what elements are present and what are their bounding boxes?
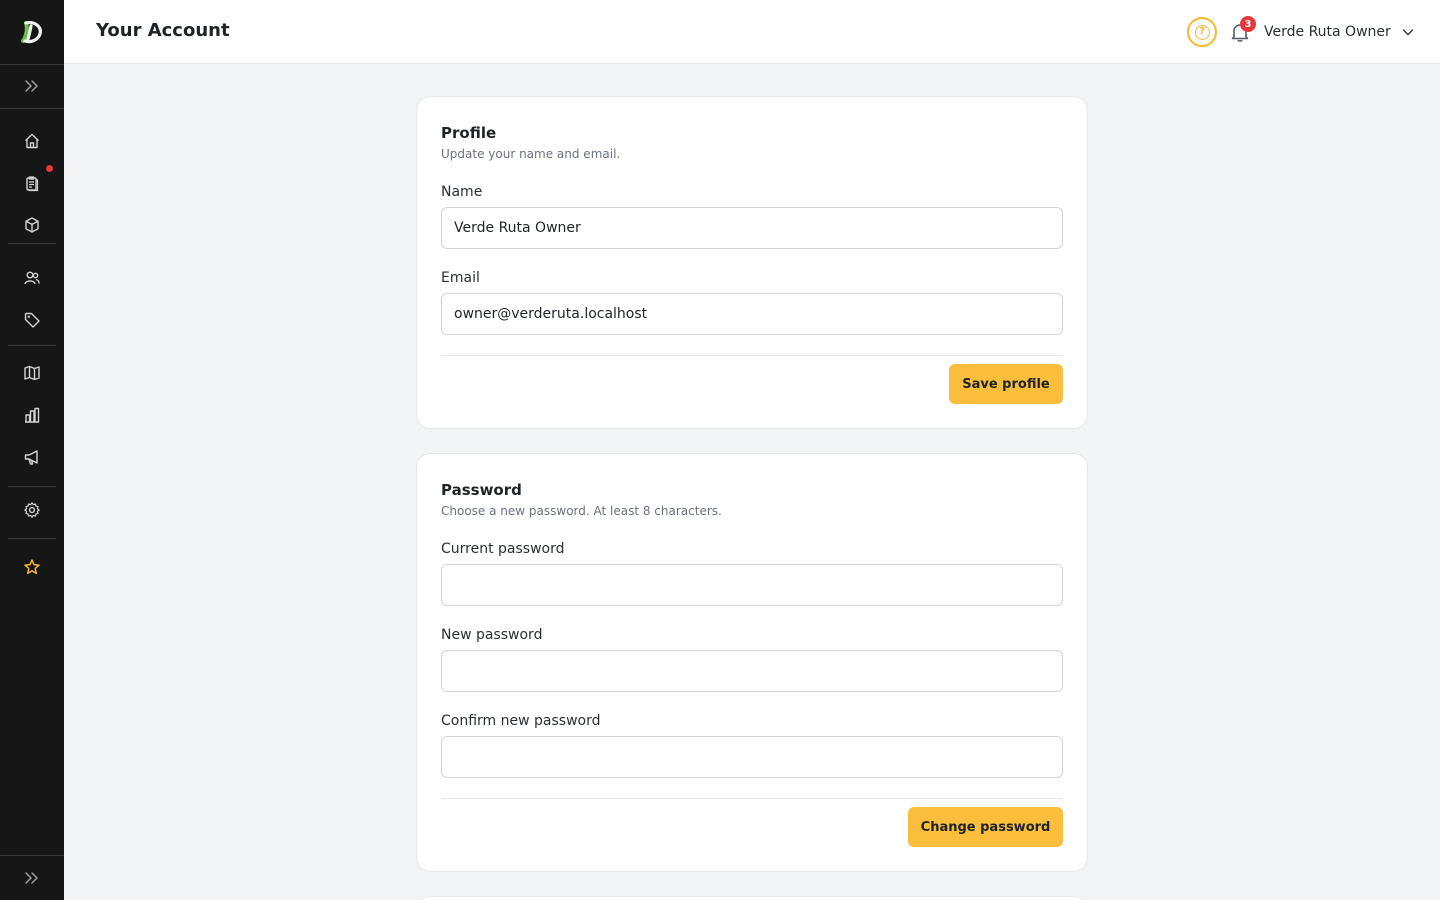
sidebar-divider (8, 243, 56, 244)
confirm-password-label: Confirm new password (441, 713, 601, 729)
sidebar-item-favorites[interactable] (12, 549, 52, 585)
map-icon (24, 365, 40, 381)
password-card-title: Password (441, 481, 522, 499)
name-label: Name (441, 184, 483, 200)
email-label: Email (441, 270, 480, 286)
double-chevron-right-icon (25, 80, 38, 92)
password-card: Password Choose a new password. At least… (416, 453, 1088, 872)
orders-notification-dot (46, 165, 53, 172)
double-chevron-right-icon (25, 872, 38, 884)
sidebar-divider (0, 108, 64, 109)
save-profile-button[interactable]: Save profile (949, 364, 1063, 404)
sidebar-item-products[interactable] (12, 207, 52, 243)
gear-icon (24, 502, 40, 518)
card-divider (441, 798, 1063, 799)
megaphone-icon (24, 450, 38, 465)
sidebar-item-tags[interactable] (12, 302, 52, 338)
sidebar-item-reports[interactable] (12, 397, 52, 433)
sidebar-item-marketing[interactable] (12, 439, 52, 475)
sidebar-divider (0, 855, 64, 856)
next-card (416, 896, 1088, 900)
chevron-down-icon (1402, 29, 1414, 36)
sidebar-divider (8, 538, 56, 539)
sidebar-divider (0, 64, 64, 65)
email-field[interactable] (441, 293, 1063, 335)
current-password-field[interactable] (441, 564, 1063, 606)
password-card-subtitle: Choose a new password. At least 8 charac… (441, 504, 722, 518)
new-password-label: New password (441, 627, 543, 643)
profile-card-title: Profile (441, 124, 497, 142)
sidebar-item-settings[interactable] (12, 492, 52, 528)
logo-icon (21, 21, 42, 44)
expand-sidebar-button[interactable] (12, 68, 52, 104)
profile-card: Profile Update your name and email. Name… (416, 96, 1088, 429)
confirm-password-field[interactable] (441, 736, 1063, 778)
notification-count-badge: 3 (1240, 16, 1256, 32)
new-password-field[interactable] (441, 650, 1063, 692)
card-divider (441, 355, 1063, 356)
sidebar-item-catalog[interactable] (12, 355, 52, 391)
question-circle-icon: ? (1194, 24, 1210, 40)
tag-icon (24, 312, 40, 328)
sidebar-item-customers[interactable] (12, 260, 52, 296)
box-icon (25, 217, 39, 233)
star-icon (24, 559, 40, 575)
page-title: Your Account (96, 20, 230, 41)
user-name: Verde Ruta Owner (1264, 24, 1391, 40)
sidebar-divider (8, 345, 56, 346)
sidebar-divider (8, 486, 56, 487)
current-password-label: Current password (441, 541, 565, 557)
sidebar (0, 0, 64, 900)
help-button[interactable]: ? (1187, 17, 1217, 47)
app-logo[interactable] (0, 0, 64, 64)
sidebar-item-home[interactable] (12, 123, 52, 159)
home-icon (25, 133, 39, 149)
top-bar: Your Account ? 3 Verde Ruta Owner (64, 0, 1440, 64)
name-field[interactable] (441, 207, 1063, 249)
change-password-button[interactable]: Change password (908, 807, 1063, 847)
bar-chart-icon (25, 407, 40, 423)
user-menu[interactable]: Verde Ruta Owner (1264, 20, 1415, 44)
profile-card-subtitle: Update your name and email. (441, 147, 621, 161)
clipboard-icon (26, 176, 39, 192)
collapse-sidebar-button[interactable] (12, 860, 52, 896)
users-icon (24, 271, 40, 285)
